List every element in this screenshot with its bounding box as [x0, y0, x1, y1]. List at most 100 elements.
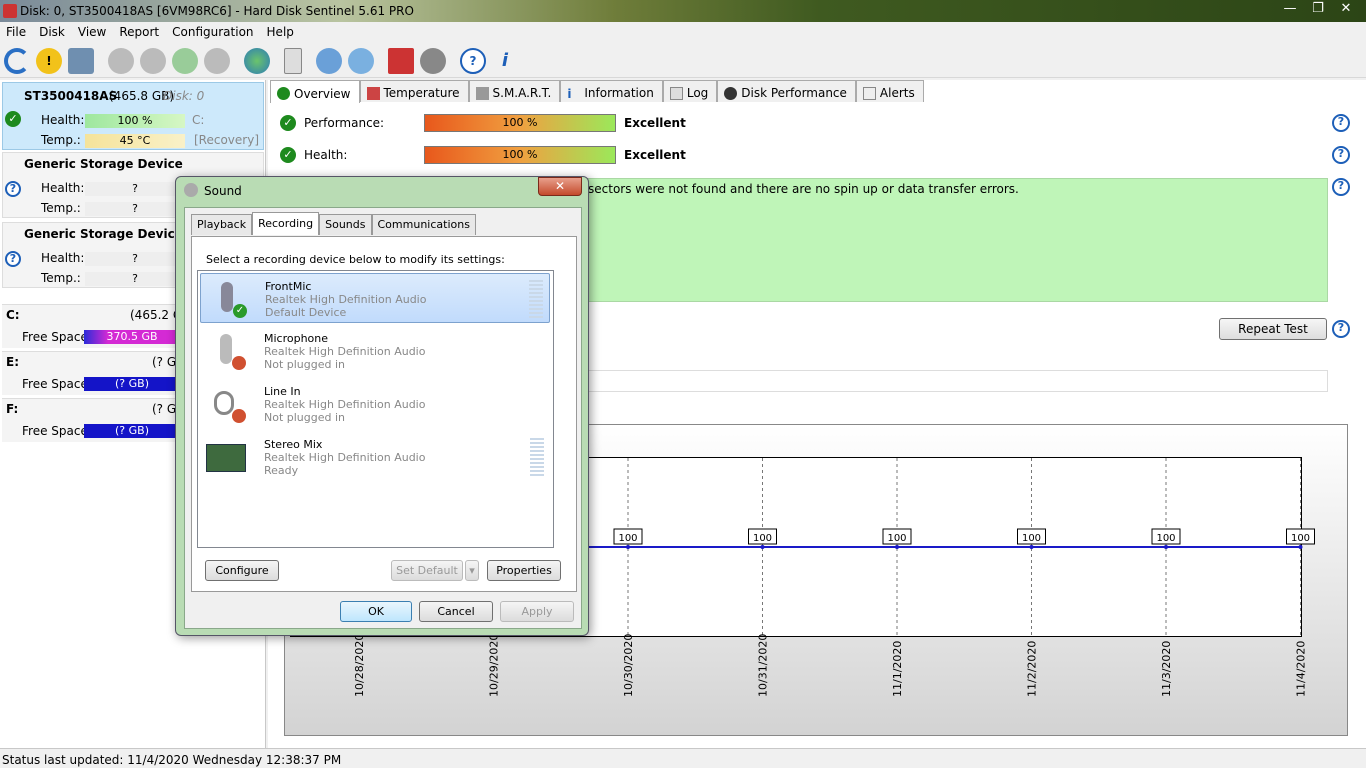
free-space-label: Free Space: [22, 330, 88, 344]
health-label: Health:: [41, 181, 85, 195]
tab-information[interactable]: i Information: [560, 80, 663, 102]
device-name: Stereo Mix: [264, 438, 323, 451]
tab-communications[interactable]: Communications: [371, 214, 476, 235]
device-name: FrontMic: [265, 280, 312, 293]
configure-button[interactable]: Configure: [205, 560, 279, 581]
ok-check-icon: ✓: [5, 111, 21, 127]
app-icon: [3, 4, 17, 18]
speaker-icon[interactable]: [420, 48, 446, 74]
health-label: Health:: [304, 148, 348, 162]
volume-letter: E:: [6, 355, 19, 369]
dialog-title: Sound: [204, 184, 242, 198]
device-driver: Realtek High Definition Audio: [265, 293, 427, 306]
help-icon[interactable]: ?: [1332, 320, 1350, 338]
tab-disk-performance[interactable]: Disk Performance: [717, 80, 856, 102]
free-space-label: Free Space: [22, 424, 88, 438]
hdd-icon[interactable]: [140, 48, 166, 74]
tab-alerts[interactable]: Alerts: [855, 80, 924, 102]
tab-log[interactable]: Log: [662, 80, 718, 102]
properties-button[interactable]: Properties: [487, 560, 561, 581]
tab-label: Disk Performance: [741, 86, 847, 100]
sound-dialog: Sound ✕ Playback Recording Sounds Commun…: [175, 176, 589, 636]
help-icon[interactable]: ?: [460, 48, 486, 74]
temp-label: Temp.:: [41, 133, 81, 147]
microphone-icon: [204, 330, 248, 374]
tab-temperature[interactable]: Temperature: [359, 80, 469, 102]
free-space-bar: 370.5 GB: [84, 330, 180, 344]
disk-icon[interactable]: [68, 48, 94, 74]
set-default-button[interactable]: Set Default: [391, 560, 463, 581]
toolbar: ! ? i: [0, 42, 1366, 78]
globe-icon[interactable]: [244, 48, 270, 74]
device-stereo-mix[interactable]: Stereo Mix Realtek High Definition Audio…: [200, 432, 550, 482]
menu-view[interactable]: View: [72, 22, 113, 42]
apply-button[interactable]: Apply: [500, 601, 574, 622]
close-button[interactable]: ✕: [538, 177, 582, 196]
device-frontmic[interactable]: ✓ FrontMic Realtek High Definition Audio…: [200, 273, 550, 323]
health-bar: ?: [85, 252, 185, 266]
health-bar: 100 %: [85, 114, 185, 128]
close-button[interactable]: ✕: [1332, 0, 1360, 18]
help-icon[interactable]: ?: [1332, 178, 1350, 196]
health-rating: Excellent: [624, 148, 686, 162]
health-bar: ?: [85, 182, 185, 196]
chart-icon[interactable]: [388, 48, 414, 74]
device-driver: Realtek High Definition Audio: [264, 345, 426, 358]
title-bar: Disk: 0, ST3500418AS [6VM98RC6] - Hard D…: [0, 0, 1366, 22]
volume-letter: F:: [6, 402, 19, 416]
minimize-button[interactable]: —: [1276, 0, 1304, 18]
health-extra: C:: [192, 113, 205, 127]
disk0-item[interactable]: ST3500418AS (465.8 GB) Disk: 0 ✓ Health:…: [2, 82, 264, 150]
menu-help[interactable]: Help: [261, 22, 301, 42]
document-icon[interactable]: [284, 48, 302, 74]
health-label: Health:: [41, 113, 85, 127]
tab-playback[interactable]: Playback: [191, 214, 253, 235]
device-list: ✓ FrontMic Realtek High Definition Audio…: [197, 270, 554, 548]
menu-report[interactable]: Report: [113, 22, 166, 42]
network-icon[interactable]: [348, 48, 374, 74]
tab-label: Information: [584, 86, 654, 100]
device-driver: Realtek High Definition Audio: [264, 451, 426, 464]
menu-disk[interactable]: Disk: [33, 22, 72, 42]
repeat-test-button[interactable]: Repeat Test: [1219, 318, 1327, 340]
device-name: Microphone: [264, 332, 329, 345]
tab-recording[interactable]: Recording: [252, 212, 320, 235]
temp-extra: [Recovery]: [194, 133, 260, 147]
line-in-cable-icon: [204, 383, 248, 427]
instruction-text: Select a recording device below to modif…: [206, 253, 505, 266]
info-icon[interactable]: i: [492, 48, 518, 74]
free-space-bar: (? GB): [84, 377, 180, 391]
device-line-in[interactable]: Line In Realtek High Definition Audio No…: [200, 379, 550, 429]
status-message: sectors were not found and there are no …: [588, 182, 1019, 196]
info-icon: i: [567, 86, 572, 101]
maximize-button[interactable]: ❐: [1304, 0, 1332, 18]
menu-configuration[interactable]: Configuration: [166, 22, 260, 42]
ok-button[interactable]: OK: [340, 601, 412, 622]
device-name: Line In: [264, 385, 301, 398]
disk-index: Disk: 0: [163, 89, 205, 103]
sync-icon[interactable]: [316, 48, 342, 74]
question-icon: ?: [5, 251, 21, 267]
tab-label: S.M.A.R.T.: [492, 86, 552, 100]
help-icon[interactable]: ?: [1332, 146, 1350, 164]
hdd-icon[interactable]: [108, 48, 134, 74]
tab-smart[interactable]: S.M.A.R.T.: [468, 80, 561, 102]
refresh-icon[interactable]: [4, 48, 30, 74]
device-status: Not plugged in: [264, 411, 346, 424]
tab-sounds[interactable]: Sounds: [319, 214, 372, 235]
document-icon: [669, 86, 683, 100]
device-driver: Realtek High Definition Audio: [264, 398, 426, 411]
help-icon[interactable]: ?: [1332, 114, 1350, 132]
tab-overview[interactable]: Overview: [270, 80, 360, 103]
temp-bar: 45 °C: [85, 134, 185, 148]
hdd-icon[interactable]: [172, 48, 198, 74]
status-bar: Status last updated: 11/4/2020 Wednesday…: [0, 748, 1366, 768]
thermometer-icon: [366, 86, 380, 100]
warning-icon[interactable]: !: [36, 48, 62, 74]
cancel-button[interactable]: Cancel: [419, 601, 493, 622]
dialog-body: Playback Recording Sounds Communications…: [184, 207, 582, 629]
hdd-icon[interactable]: [204, 48, 230, 74]
device-microphone[interactable]: Microphone Realtek High Definition Audio…: [200, 326, 550, 376]
menu-file[interactable]: File: [0, 22, 33, 42]
set-default-dropdown[interactable]: ▾: [465, 560, 479, 581]
